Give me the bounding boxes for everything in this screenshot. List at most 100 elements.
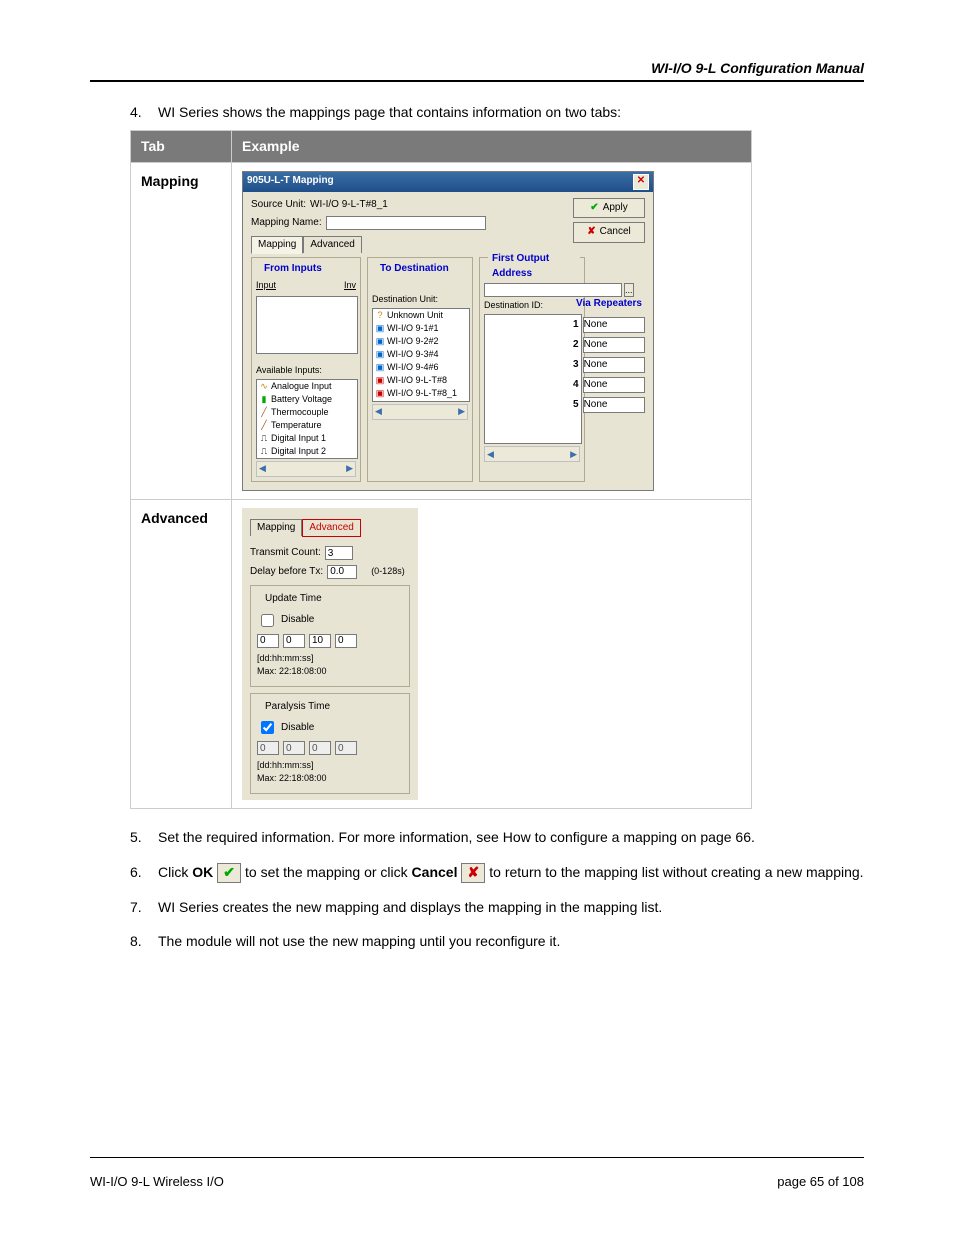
rule-top <box>90 80 864 82</box>
par-format: [dd:hh:mm:ss] <box>257 759 403 772</box>
adv-tabbar: MappingAdvanced <box>250 518 410 537</box>
upd-ss[interactable] <box>335 634 357 648</box>
tabs-table: Tab Example Mapping 905U-L-T Mapping ✕ <box>130 130 752 809</box>
par-max: Max: 22:18:08:00 <box>257 772 403 785</box>
upd-hh[interactable] <box>283 634 305 648</box>
paralysis-disable-checkbox[interactable] <box>261 721 274 734</box>
dest-id-list[interactable] <box>484 314 582 444</box>
dest-item-6: WI-I/O 9-L-T#8_1 <box>387 388 457 398</box>
inv-col-label: Inv <box>344 279 356 292</box>
avail-item-2: Thermocouple <box>271 407 329 417</box>
rep-4-label: 4 <box>573 378 579 393</box>
rep-3-select[interactable]: None <box>583 357 645 373</box>
row-advanced-label: Advanced <box>131 499 232 809</box>
update-time-group: Update Time Disable [dd:hh:mm:ss] <box>250 585 410 687</box>
rep-5-label: 5 <box>573 398 579 413</box>
node-icon: ▣ <box>375 348 385 361</box>
dest-item-0: Unknown Unit <box>387 310 443 320</box>
wave-icon: ∿ <box>259 380 269 393</box>
row-mapping-label: Mapping <box>131 162 232 499</box>
pulse-icon: ⊓ <box>259 458 269 459</box>
step-6-post: to return to the mapping list without cr… <box>485 864 863 880</box>
dest-unit-label: Destination Unit: <box>372 293 468 306</box>
tab-mapping[interactable]: Mapping <box>251 236 303 255</box>
dest-id-label: Destination ID: <box>484 299 580 312</box>
step-5-num: 5. <box>130 827 158 847</box>
update-disable-label: Disable <box>281 613 314 628</box>
thermo-icon: ╱ <box>259 406 269 419</box>
dialog-title: 905U-L-T Mapping <box>247 174 334 189</box>
upd-mm[interactable] <box>309 634 331 648</box>
dest-item-2: WI-I/O 9-2#2 <box>387 336 439 346</box>
node-icon: ▣ <box>375 387 385 400</box>
mapping-dialog: 905U-L-T Mapping ✕ ✔Apply ✘Cancel Via Re… <box>242 171 654 491</box>
step-6: 6.Click OK ✔ to set the mapping or click… <box>130 862 864 883</box>
dest-item-1: WI-I/O 9-1#1 <box>387 323 439 333</box>
x-icon: ✘ <box>587 225 595 240</box>
temp-icon: ╱ <box>259 419 269 432</box>
from-title: From Inputs <box>260 262 326 277</box>
hscroll[interactable]: ◀▶ <box>372 404 468 420</box>
rep-2-select[interactable]: None <box>583 337 645 353</box>
transmit-count-label: Transmit Count: <box>250 546 321 561</box>
pulse-icon: ⎍ <box>259 445 269 458</box>
par-dd <box>257 741 279 755</box>
rep-2-label: 2 <box>573 338 579 353</box>
dest-unit-list[interactable]: ?Unknown Unit ▣WI-I/O 9-1#1 ▣WI-I/O 9-2#… <box>372 308 470 402</box>
cancel-button-label: Cancel <box>600 225 631 240</box>
col-tab: Tab <box>131 131 232 162</box>
avail-item-3: Temperature <box>271 420 322 430</box>
dest-item-3: WI-I/O 9-3#4 <box>387 349 439 359</box>
node-icon: ▣ <box>375 400 385 402</box>
page-header: WI-I/O 9-L Configuration Manual <box>90 60 864 76</box>
dest-item-5: WI-I/O 9-L-T#8 <box>387 375 447 385</box>
from-inputs-list[interactable] <box>256 296 358 354</box>
step-7: 7.WI Series creates the new mapping and … <box>130 897 864 917</box>
rep-4-select[interactable]: None <box>583 377 645 393</box>
apply-button[interactable]: ✔ Apply <box>573 198 645 219</box>
question-icon: ? <box>375 309 385 322</box>
available-inputs-list[interactable]: ∿Analogue Input ▮Battery Voltage ╱Thermo… <box>256 379 358 459</box>
battery-icon: ▮ <box>259 393 269 406</box>
upd-dd[interactable] <box>257 634 279 648</box>
cancel-icon-inline: ✘ <box>461 863 485 883</box>
dest-item-7: WI-I/O 9-L-R#3 <box>387 401 448 402</box>
rep-5-select[interactable]: None <box>583 397 645 413</box>
available-inputs-label: Available Inputs: <box>256 364 356 377</box>
adv-tab-advanced[interactable]: Advanced <box>302 519 360 538</box>
node-icon: ▣ <box>375 335 385 348</box>
footer-right: page 65 of 108 <box>777 1174 864 1189</box>
upd-format: [dd:hh:mm:ss] <box>257 652 403 665</box>
cancel-button[interactable]: ✘ Cancel <box>573 222 645 243</box>
step-7-num: 7. <box>130 897 158 917</box>
upd-max: Max: 22:18:08:00 <box>257 665 403 678</box>
delay-input[interactable] <box>327 565 357 579</box>
paralysis-time-group: Paralysis Time Disable [dd:hh:mm:ss] <box>250 693 410 795</box>
step-4-num: 4. <box>130 102 158 122</box>
close-icon[interactable]: ✕ <box>633 174 649 190</box>
tab-advanced[interactable]: Advanced <box>303 236 361 254</box>
transmit-count-input[interactable] <box>325 546 353 560</box>
step-8-num: 8. <box>130 931 158 951</box>
paralysis-disable-label: Disable <box>281 721 314 736</box>
step-5: 5.Set the required information. For more… <box>130 827 864 847</box>
hscroll[interactable]: ◀▶ <box>484 446 580 462</box>
update-disable-checkbox[interactable] <box>261 614 274 627</box>
step-4: 4.WI Series shows the mappings page that… <box>130 102 864 809</box>
rep-1-select[interactable]: None <box>583 317 645 333</box>
step-5-text: Set the required information. For more i… <box>158 829 755 845</box>
step-6-ok: OK <box>192 864 213 880</box>
avail-item-1: Battery Voltage <box>271 394 332 404</box>
mapping-name-input[interactable] <box>326 216 486 230</box>
adv-tab-mapping[interactable]: Mapping <box>250 519 302 537</box>
node-icon: ▣ <box>375 322 385 335</box>
col-example: Example <box>232 131 752 162</box>
step-6-mid: to set the mapping or click <box>241 864 411 880</box>
step-4-text: WI Series shows the mappings page that c… <box>158 104 621 120</box>
node-icon: ▣ <box>375 374 385 387</box>
par-ss <box>335 741 357 755</box>
hscroll[interactable]: ◀▶ <box>256 461 356 477</box>
check-icon: ✔ <box>590 201 598 216</box>
par-mm <box>309 741 331 755</box>
apply-button-label: Apply <box>603 201 628 216</box>
